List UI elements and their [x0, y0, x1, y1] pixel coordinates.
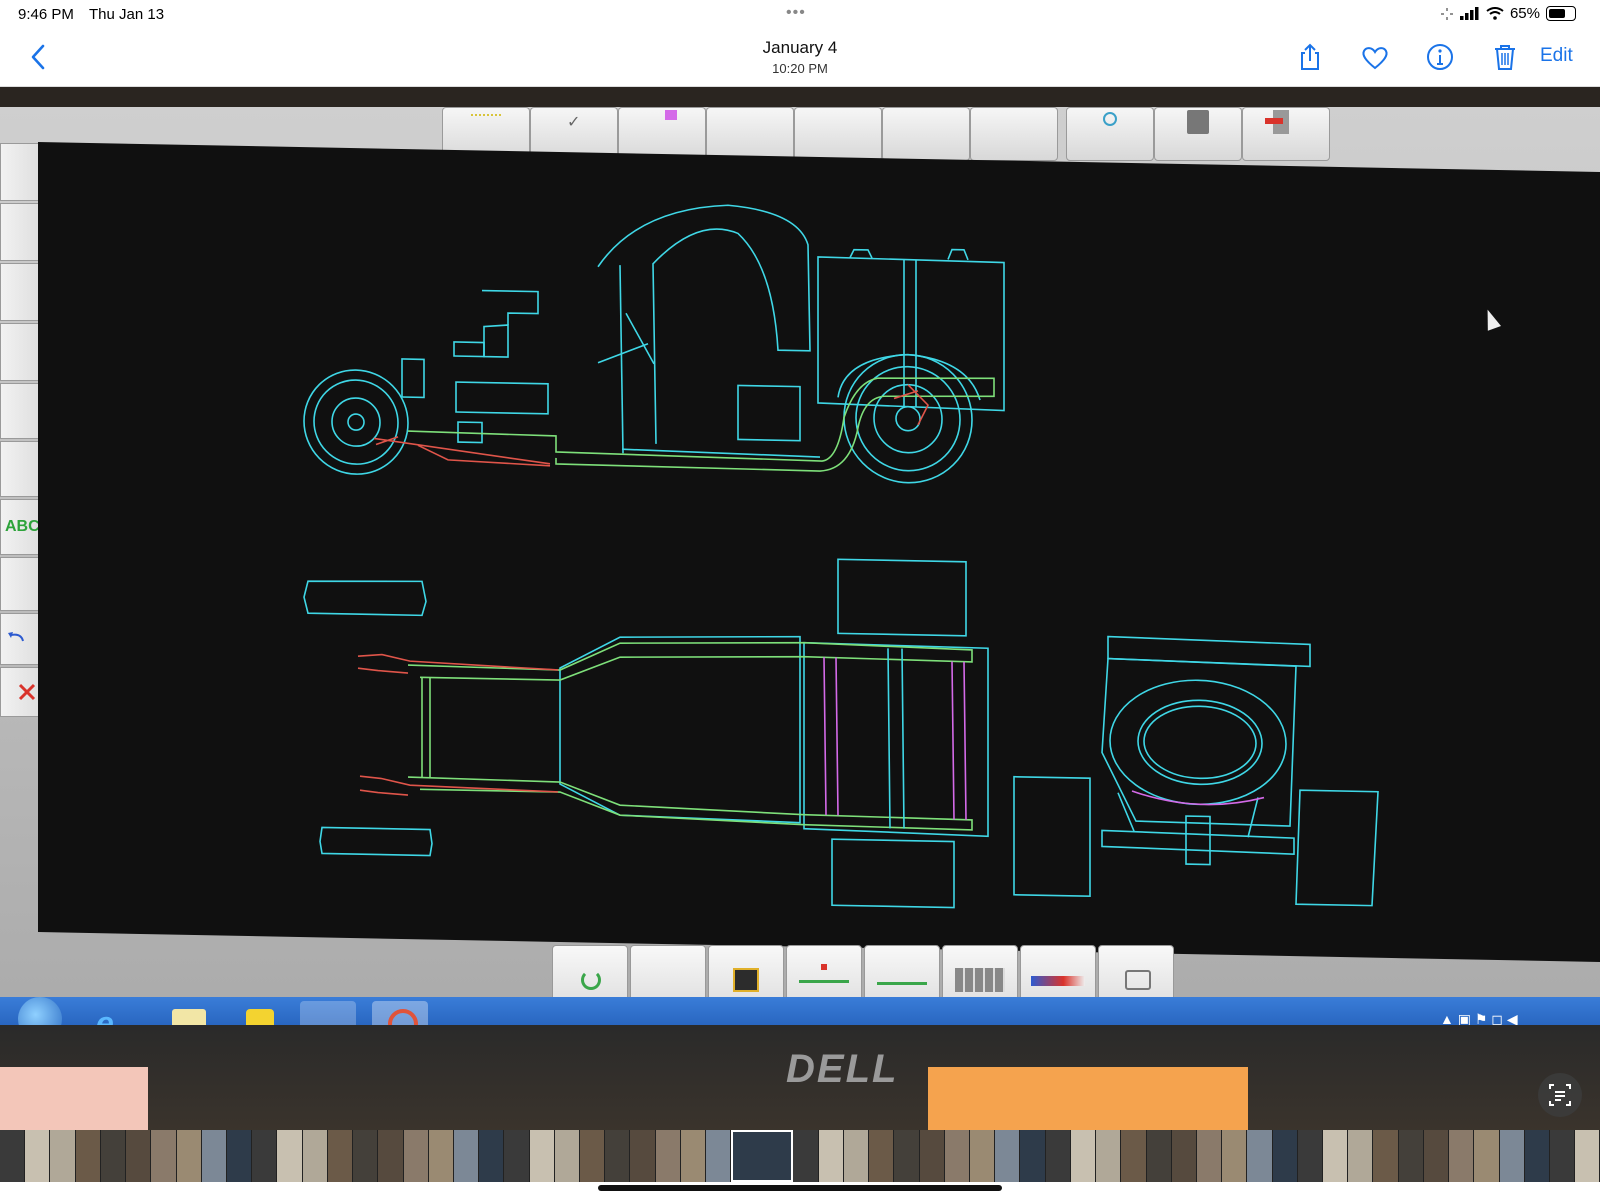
toolbar-button-mirror	[882, 107, 970, 161]
cad-drawing	[303, 204, 1379, 909]
filmstrip-thumbnail[interactable]	[1020, 1130, 1046, 1182]
wifi-icon	[1486, 7, 1504, 20]
filmstrip-thumbnail[interactable]	[176, 1130, 202, 1182]
cellular-signal-icon	[1459, 7, 1479, 20]
toolbar-button-move	[706, 107, 794, 161]
filmstrip-thumbnail[interactable]	[655, 1130, 681, 1182]
info-icon[interactable]	[1425, 42, 1455, 72]
filmstrip-thumbnail[interactable]	[453, 1130, 480, 1182]
trash-icon[interactable]	[1490, 42, 1520, 72]
filmstrip-thumbnail[interactable]	[1272, 1130, 1298, 1182]
filmstrip-thumbnail[interactable]	[630, 1130, 656, 1182]
filmstrip-thumbnail[interactable]	[25, 1130, 51, 1182]
filmstrip-thumbnail[interactable]	[504, 1130, 530, 1182]
filmstrip-thumbnail[interactable]	[226, 1130, 253, 1182]
filmstrip-thumbnail[interactable]	[327, 1130, 354, 1182]
filmstrip-thumbnail[interactable]	[403, 1130, 429, 1182]
filmstrip-thumbnail[interactable]	[50, 1130, 76, 1182]
filmstrip-thumbnail[interactable]	[1146, 1130, 1172, 1182]
filmstrip-thumbnail[interactable]	[126, 1130, 152, 1182]
filmstrip-thumbnail[interactable]	[793, 1130, 819, 1182]
filmstrip-thumbnail[interactable]	[1196, 1130, 1223, 1182]
filmstrip-thumbnail[interactable]	[869, 1130, 895, 1182]
calculator-icon	[1154, 107, 1242, 161]
top-view-drawing	[303, 558, 989, 909]
filmstrip-thumbnail[interactable]	[201, 1130, 227, 1182]
filmstrip-thumbnail[interactable]	[843, 1130, 870, 1182]
filmstrip-thumbnail[interactable]	[353, 1130, 379, 1182]
dell-logo: DELL	[786, 1047, 899, 1091]
filmstrip-thumbnail[interactable]	[944, 1130, 970, 1182]
photo-nav-bar: January 4 10:20 PM Edit	[0, 28, 1600, 87]
status-bar: 9:46 PM Thu Jan 13 ••• 65%	[0, 0, 1600, 28]
filmstrip-thumbnail[interactable]	[1121, 1130, 1147, 1182]
filmstrip-thumbnail[interactable]	[1524, 1130, 1551, 1182]
rear-view-drawing	[1013, 635, 1379, 907]
exit-icon	[1242, 107, 1330, 161]
filmstrip-thumbnail[interactable]	[75, 1130, 101, 1182]
filmstrip-thumbnail[interactable]	[1297, 1130, 1324, 1182]
filmstrip-thumbnail[interactable]	[894, 1130, 920, 1182]
filmstrip-thumbnail[interactable]	[1222, 1130, 1248, 1182]
edit-button[interactable]: Edit	[1540, 45, 1573, 67]
filmstrip-thumbnail[interactable]	[1423, 1130, 1450, 1182]
filmstrip-thumbnail[interactable]	[378, 1130, 404, 1182]
side-tool-text-label: ABC	[5, 518, 40, 535]
filmstrip-thumbnail[interactable]	[1474, 1130, 1500, 1182]
heart-icon[interactable]	[1360, 42, 1390, 72]
zoom-icon	[1066, 107, 1154, 161]
filmstrip-thumbnail[interactable]	[1171, 1130, 1197, 1182]
filmstrip-thumbnail[interactable]	[969, 1130, 996, 1182]
loading-icon	[1440, 7, 1453, 20]
filmstrip-thumbnail[interactable]	[919, 1130, 945, 1182]
filmstrip-thumbnail[interactable]	[731, 1130, 794, 1182]
photo-viewer[interactable]: ✓ ABC e ▲ ▣ ⚑ ◻ ◀ DELL	[0, 87, 1600, 1130]
filmstrip-thumbnail[interactable]	[277, 1130, 303, 1182]
filmstrip-thumbnail[interactable]	[995, 1130, 1021, 1182]
filmstrip-thumbnail[interactable]	[252, 1130, 278, 1182]
filmstrip-thumbnail[interactable]	[605, 1130, 631, 1182]
battery-percent: 65%	[1509, 5, 1540, 22]
filmstrip-thumbnail[interactable]	[529, 1130, 555, 1182]
filmstrip-thumbnail[interactable]	[1348, 1130, 1374, 1182]
battery-icon	[1546, 6, 1576, 21]
filmstrip-thumbnail[interactable]	[1096, 1130, 1122, 1182]
sticky-note-orange	[928, 1067, 1248, 1130]
filmstrip-thumbnail[interactable]	[1070, 1130, 1097, 1182]
sticky-note-pink	[0, 1067, 148, 1130]
filmstrip-thumbnail[interactable]	[0, 1130, 26, 1182]
filmstrip-thumbnail[interactable]	[151, 1130, 177, 1182]
filmstrip-thumbnail[interactable]	[1398, 1130, 1424, 1182]
filmstrip-thumbnail[interactable]	[479, 1130, 505, 1182]
status-time: 9:46 PM	[18, 6, 74, 23]
filmstrip-thumbnail[interactable]	[680, 1130, 707, 1182]
filmstrip-thumbnail[interactable]	[1499, 1130, 1525, 1182]
filmstrip-thumbnail[interactable]	[554, 1130, 581, 1182]
toolbar-button-rotate	[970, 107, 1058, 161]
status-indicators: 65%	[1440, 5, 1576, 22]
filmstrip-thumbnail[interactable]	[100, 1130, 127, 1182]
share-icon[interactable]	[1295, 42, 1325, 72]
toolbar-button-copy	[794, 107, 882, 161]
filmstrip-thumbnail[interactable]	[1550, 1130, 1576, 1182]
filmstrip-thumbnail[interactable]	[1449, 1130, 1475, 1182]
filmstrip-thumbnail[interactable]	[428, 1130, 454, 1182]
multitasking-dots[interactable]: •••	[786, 4, 806, 22]
filmstrip-thumbnail[interactable]	[302, 1130, 328, 1182]
filmstrip-thumbnail[interactable]	[818, 1130, 844, 1182]
photo-filmstrip[interactable]	[0, 1130, 1600, 1182]
side-view-drawing	[303, 204, 1005, 484]
filmstrip-thumbnail[interactable]	[1045, 1130, 1071, 1182]
filmstrip-thumbnail[interactable]	[580, 1130, 606, 1182]
filmstrip-thumbnail[interactable]	[1247, 1130, 1273, 1182]
live-text-icon[interactable]	[1538, 1073, 1582, 1117]
filmstrip-thumbnail[interactable]	[1575, 1130, 1600, 1182]
home-indicator[interactable]	[598, 1185, 1002, 1191]
monitor-screen: ✓ ABC e ▲ ▣ ⚑ ◻ ◀	[0, 107, 1600, 1067]
filmstrip-thumbnail[interactable]	[706, 1130, 732, 1182]
filmstrip-thumbnail[interactable]	[1323, 1130, 1349, 1182]
cad-drawing-canvas	[38, 142, 1600, 962]
filmstrip-thumbnail[interactable]	[1373, 1130, 1399, 1182]
status-date: Thu Jan 13	[89, 6, 165, 23]
